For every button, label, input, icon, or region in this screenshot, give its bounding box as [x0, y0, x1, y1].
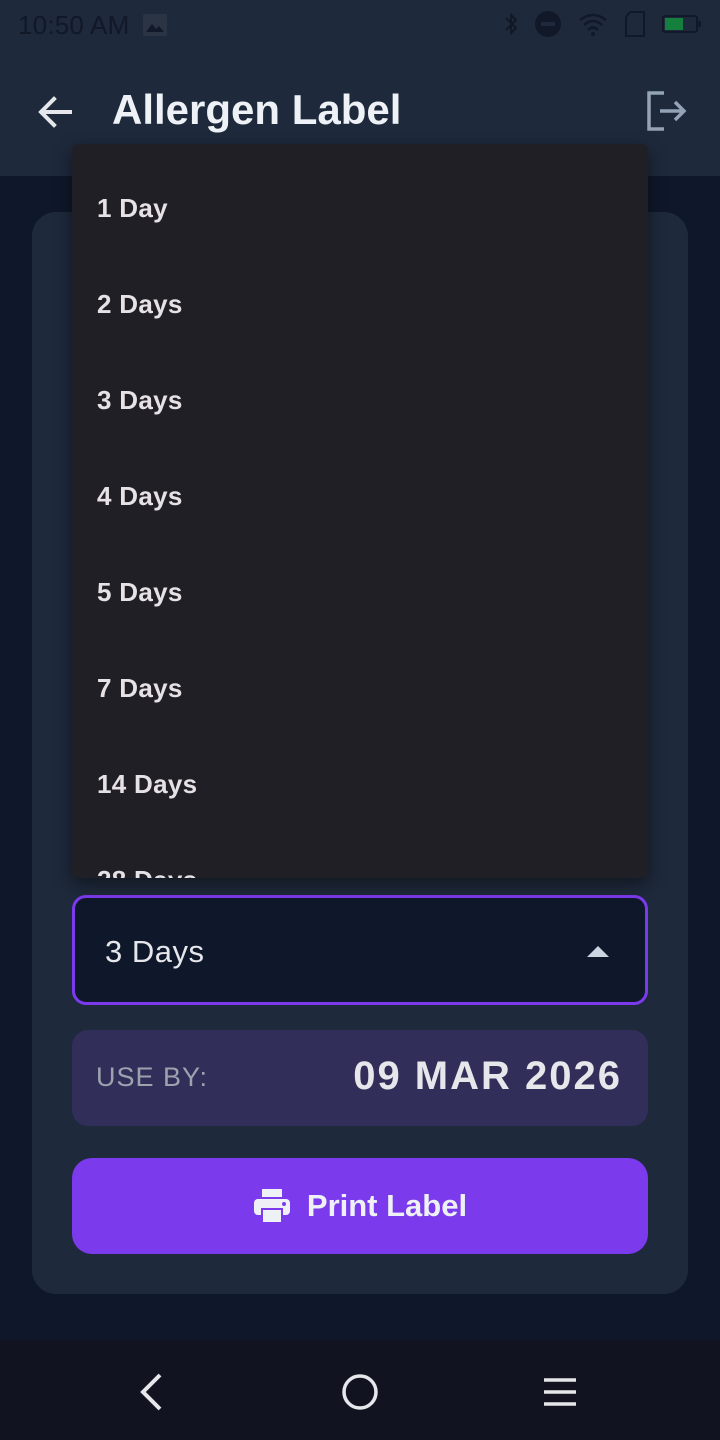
arrow-left-icon: [38, 96, 72, 128]
image-icon: [143, 14, 168, 36]
dropdown-option-5-days[interactable]: 5 Days: [72, 544, 648, 640]
nav-menu-button[interactable]: [538, 1370, 582, 1414]
nav-back-button[interactable]: [130, 1370, 174, 1414]
print-label-button[interactable]: Print Label: [72, 1158, 648, 1254]
use-by-date: 09 MAR 2026: [353, 1054, 622, 1098]
dropdown-option-3-days[interactable]: 3 Days: [72, 352, 648, 448]
battery-icon: [662, 14, 702, 39]
page-title: Allergen Label: [112, 86, 402, 133]
shelf-life-selected-value: 3 Days: [105, 934, 205, 969]
sim-icon: [624, 11, 646, 42]
dropdown-option-4-days[interactable]: 4 Days: [72, 448, 648, 544]
do-not-disturb-icon: [534, 10, 562, 43]
status-icons: [504, 10, 702, 43]
bluetooth-icon: [504, 12, 518, 41]
use-by-box: USE BY: 09 MAR 2026: [72, 1030, 648, 1126]
nav-menu-icon: [544, 1378, 576, 1406]
printer-icon: [253, 1189, 290, 1224]
caret-up-icon: [587, 946, 609, 957]
logout-button[interactable]: [644, 88, 690, 134]
nav-home-button[interactable]: [338, 1370, 382, 1414]
wifi-icon: [578, 12, 608, 41]
dropdown-option-2-days[interactable]: 2 Days: [72, 256, 648, 352]
shelf-life-dropdown: 1 Day 2 Days 3 Days 4 Days 5 Days 7 Days…: [72, 144, 648, 878]
back-button[interactable]: [34, 90, 78, 134]
status-time: 10:50 AM: [18, 9, 130, 40]
nav-home-icon: [342, 1374, 378, 1410]
system-nav-bar: [0, 1340, 720, 1440]
nav-back-icon: [140, 1373, 162, 1411]
status-bar: 10:50 AM: [0, 0, 720, 50]
dropdown-option-1-day[interactable]: 1 Day: [72, 160, 648, 256]
logout-icon: [647, 91, 687, 131]
shelf-life-select[interactable]: 3 Days: [72, 895, 648, 1005]
use-by-label: USE BY:: [96, 1062, 209, 1092]
dropdown-option-28-days[interactable]: 28 Days: [72, 832, 648, 879]
print-label-text: Print Label: [306, 1188, 468, 1223]
dropdown-option-14-days[interactable]: 14 Days: [72, 736, 648, 832]
dropdown-option-7-days[interactable]: 7 Days: [72, 640, 648, 736]
